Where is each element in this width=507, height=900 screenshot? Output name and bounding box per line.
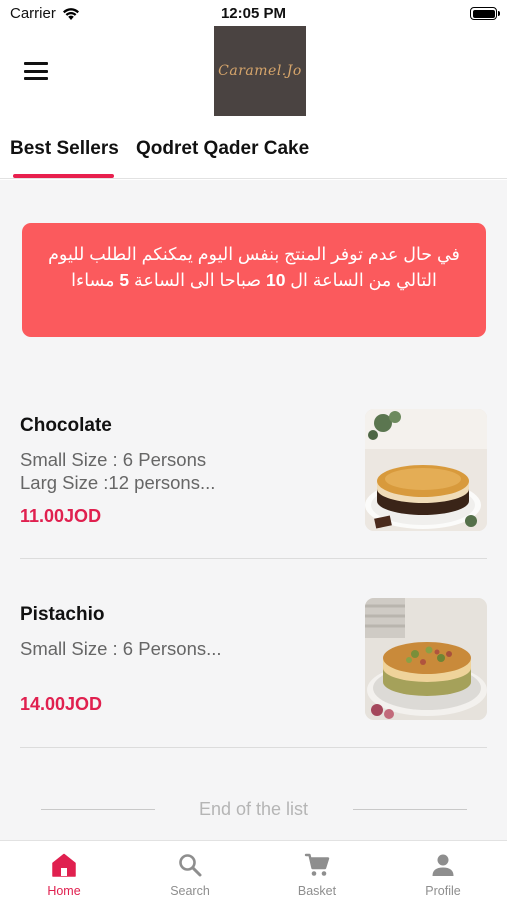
notice-end-hour: 5	[119, 270, 130, 290]
logo-text: Caramel.Jo	[218, 63, 302, 79]
tab-qodret-qader-cake[interactable]: Qodret Qader Cake	[136, 138, 309, 180]
status-time: 12:05 PM	[220, 5, 287, 22]
notice-text-middle: صباحا الى الساعة	[129, 270, 266, 290]
cart-icon	[304, 853, 330, 876]
product-image-pistachio-cake	[365, 598, 487, 720]
product-price: 11.00JOD	[20, 506, 102, 526]
nav-search[interactable]: Search	[127, 841, 253, 900]
person-icon	[432, 854, 454, 876]
product-name: Chocolate	[20, 415, 112, 436]
tabs-divider	[0, 178, 507, 179]
product-description: Small Size : 6 Persons	[20, 449, 207, 470]
end-divider-right	[353, 809, 467, 810]
category-tabs: Best Sellers Qodret Qader Cake	[0, 138, 507, 180]
nav-profile-label: Profile	[425, 884, 461, 898]
availability-notice-banner: في حال عدم توفر المنتج بنفس اليوم يمكنكم…	[22, 223, 486, 337]
hamburger-menu-icon[interactable]	[24, 62, 48, 80]
end-of-list-marker: End of the list	[0, 797, 507, 823]
product-name: Pistachio	[20, 604, 105, 625]
home-icon	[52, 853, 76, 877]
nav-home[interactable]: Home	[1, 841, 127, 900]
list-divider	[20, 558, 487, 559]
bottom-navigation-bar: Home Search Basket Profile	[0, 840, 507, 900]
app-header: Carrier 12:05 PM Caramel.Jo Best Sellers…	[0, 0, 507, 180]
notice-text-end: مساءا	[71, 270, 120, 290]
nav-profile[interactable]: Profile	[380, 841, 506, 900]
nav-home-label: Home	[47, 884, 81, 898]
brand-logo: Caramel.Jo	[214, 26, 306, 116]
nav-basket[interactable]: Basket	[254, 841, 380, 900]
list-divider	[20, 747, 487, 748]
product-price: 14.00JOD	[20, 694, 103, 714]
nav-basket-label: Basket	[297, 884, 337, 898]
product-description-line2: Larg Size :12 persons...	[20, 472, 216, 493]
product-description: Small Size : 6 Persons...	[20, 638, 222, 659]
product-image-chocolate-cake	[365, 409, 487, 531]
search-icon	[179, 854, 202, 877]
battery-icon	[470, 7, 500, 20]
notice-start-hour: 10	[265, 270, 286, 290]
nav-search-label: Search	[170, 884, 210, 898]
status-bar: Carrier 12:05 PM	[0, 0, 507, 28]
